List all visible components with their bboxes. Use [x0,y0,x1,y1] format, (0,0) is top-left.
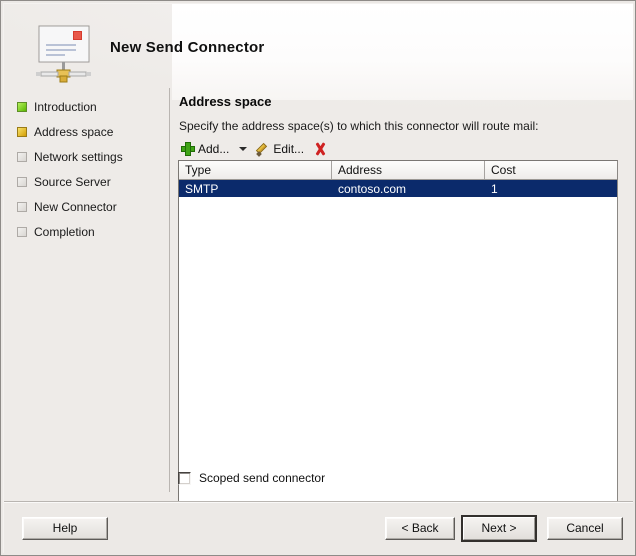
address-space-pane: Address space Specify the address space(… [172,94,627,501]
step-status-icon [17,226,27,237]
cell-type: SMTP [185,181,219,196]
step-status-icon [17,101,27,112]
edit-button[interactable]: Edit... [253,139,307,159]
sidebar-item-new-connector[interactable]: New Connector [4,194,168,219]
table-header-row: Type Address Cost [179,161,617,180]
address-space-list[interactable]: Type Address Cost SMTP contoso.com 1 [178,160,618,501]
table-row[interactable]: SMTP contoso.com 1 [179,180,617,197]
cell-cost: 1 [491,181,498,196]
sidebar-item-label: Network settings [34,149,123,164]
plus-icon [181,142,195,156]
column-header-address[interactable]: Address [332,161,485,179]
red-x-icon[interactable] [313,142,327,156]
scoped-send-connector-row[interactable]: Scoped send connector [178,469,325,487]
next-button[interactable]: Next > [461,515,537,542]
page-title: New Send Connector [110,39,265,56]
sidebar-item-label: Introduction [34,99,97,114]
next-button-label: Next > [463,517,535,540]
dialog-footer: Help < Back Next > Cancel [4,501,633,553]
scoped-send-connector-checkbox[interactable] [178,471,191,485]
add-button[interactable]: Add... [178,139,232,159]
sidebar-item-label: Source Server [34,174,111,189]
sidebar-item-completion[interactable]: Completion [4,219,168,244]
column-header-cost[interactable]: Cost [485,161,617,179]
chevron-down-icon[interactable] [239,147,248,151]
address-space-toolbar: Add... Edit... [178,138,327,160]
wizard-body: New Send Connector Introduction Address … [4,4,633,501]
step-status-icon [17,176,27,187]
pencil-icon [256,142,270,156]
sidebar-item-network-settings[interactable]: Network settings [4,144,168,169]
panel-divider [169,88,170,492]
sidebar-item-label: New Connector [34,199,117,214]
step-status-icon [17,126,27,137]
sidebar-item-address-space[interactable]: Address space [4,119,168,144]
step-status-icon [17,151,27,162]
sidebar-item-label: Completion [34,224,95,239]
edit-button-label: Edit... [273,142,305,156]
help-button[interactable]: Help [22,517,108,540]
cell-address: contoso.com [338,181,407,196]
scoped-send-connector-label: Scoped send connector [199,471,326,485]
wizard-header: New Send Connector [4,4,633,94]
sidebar-item-introduction[interactable]: Introduction [4,94,168,119]
send-connector-icon [31,22,103,88]
pane-heading: Address space [179,94,272,109]
sidebar-item-source-server[interactable]: Source Server [4,169,168,194]
add-button-label: Add... [198,142,230,156]
wizard-steps-list: Introduction Address space Network setti… [4,94,168,501]
back-button[interactable]: < Back [385,517,455,540]
step-status-icon [17,201,27,212]
column-header-type[interactable]: Type [179,161,332,179]
pane-description: Specify the address space(s) to which th… [179,119,539,133]
new-send-connector-dialog: New Send Connector Introduction Address … [0,0,636,556]
cancel-button[interactable]: Cancel [547,517,623,540]
sidebar-item-label: Address space [34,124,114,139]
